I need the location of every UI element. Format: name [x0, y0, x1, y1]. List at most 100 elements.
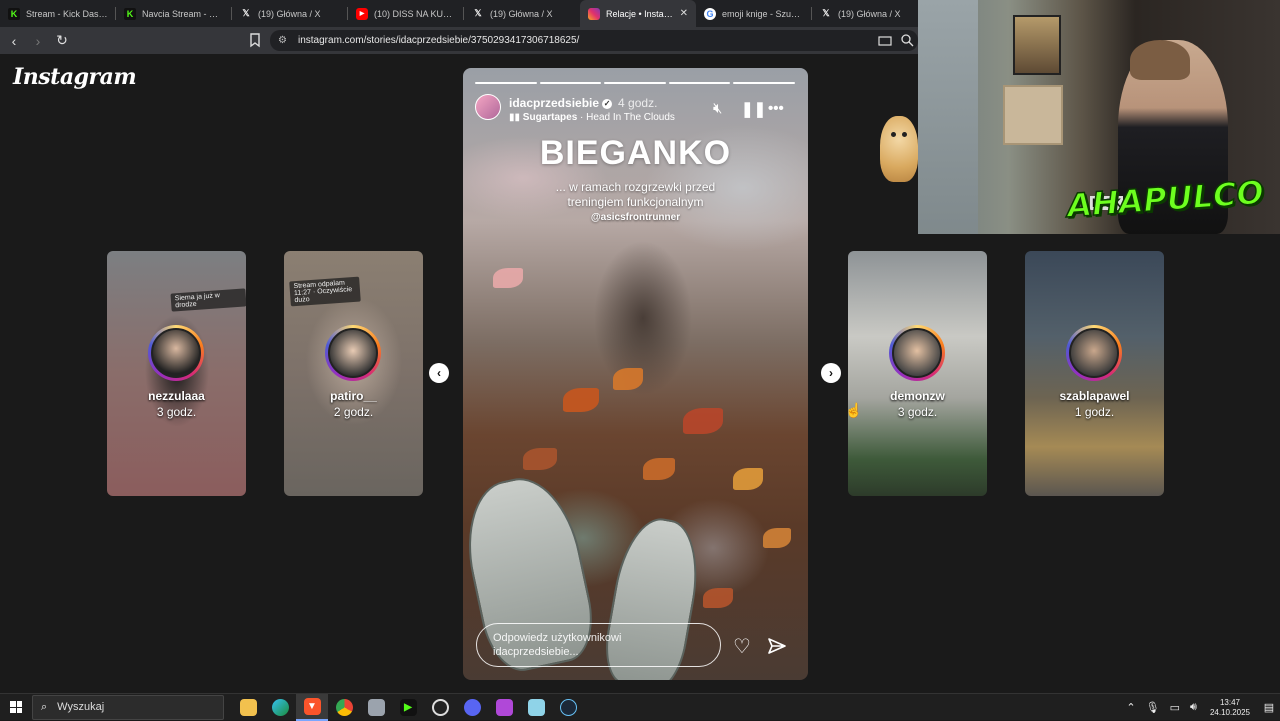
tab-title: Stream - Kick Dashboard	[26, 8, 108, 19]
volume-icon[interactable]: 🔊︎	[1190, 701, 1197, 714]
story-subtitle: ... w ramach rozgrzewki przed treningiem…	[463, 180, 808, 210]
story-username: demonzw	[890, 389, 945, 403]
tab-x-home-2[interactable]: 𝕏 (19) Główna / X	[464, 0, 580, 27]
instagram-icon	[588, 7, 600, 20]
search-placeholder: Wyszukaj	[57, 701, 105, 713]
avatar	[148, 325, 204, 381]
taskbar-search[interactable]: ⌕ Wyszukaj	[32, 694, 224, 720]
tab-title: Relacje • Instagram	[606, 8, 676, 19]
story-sticker: Siema ja już w drodze	[170, 288, 246, 312]
tab-x-home-1[interactable]: 𝕏 (19) Główna / X	[232, 0, 348, 27]
reload-icon[interactable]: ↻	[52, 31, 72, 51]
site-settings-icon[interactable]: ⚙	[278, 35, 290, 46]
tab-title: (19) Główna / X	[838, 8, 901, 19]
heart-icon[interactable]: ♡	[733, 634, 751, 659]
pause-icon[interactable]: ❚❚	[741, 100, 766, 118]
story-time: 3 godz.	[156, 405, 197, 419]
zoom-icon[interactable]	[900, 33, 914, 47]
story-mention[interactable]: @asicsfrontrunner	[463, 212, 808, 223]
tab-google-search[interactable]: Gemoji knige - Szukaj w	[696, 0, 812, 27]
tab-title: (19) Główna / X	[258, 8, 321, 19]
avatar	[325, 325, 381, 381]
kick-icon: K	[124, 7, 136, 20]
chevron-up-icon[interactable]: ⌃	[1126, 701, 1135, 714]
story-time: 3 godz.	[897, 405, 938, 419]
reply-input[interactable]: Odpowiedz użytkownikowi idacprzedsiebie.…	[476, 623, 721, 667]
edge-icon[interactable]	[264, 694, 296, 721]
story-header: idacprzedsiebie ✓ 4 godz. ▮▮ Sugartapes · …	[475, 94, 795, 128]
previous-story-button[interactable]: ‹	[429, 363, 449, 383]
webcam-background-door	[918, 0, 978, 234]
notes-icon[interactable]	[520, 694, 552, 721]
chat-app-icon[interactable]	[488, 694, 520, 721]
leaf-decoration	[523, 448, 557, 470]
mute-icon[interactable]: 🔇︎	[713, 100, 722, 117]
tab-youtube-diss[interactable]: ▶ (10) DISS NA KUBEPUL	[348, 0, 464, 27]
avatar[interactable]	[475, 94, 501, 120]
instagram-logo[interactable]: Instagram	[13, 64, 137, 90]
music-track: Head In The Clouds	[586, 112, 675, 123]
story-card-szablapawel[interactable]: szablapawel 1 godz.	[1025, 251, 1164, 496]
file-explorer-icon[interactable]	[232, 694, 264, 721]
obs-icon[interactable]	[424, 694, 456, 721]
back-icon[interactable]: ‹	[4, 31, 24, 51]
close-tab-icon[interactable]: ✕	[680, 8, 688, 19]
music-artist: Sugartapes	[522, 112, 578, 123]
story-card-patiro[interactable]: Stream odpalam 11:27 · Oczywiście dużo p…	[284, 251, 423, 496]
notifications-icon[interactable]: ▤	[1258, 701, 1280, 714]
url-field[interactable]: ⚙ instagram.com/stories/idacprzedsiebie/…	[270, 30, 918, 51]
tab-instagram-stories[interactable]: Relacje • Instagram ✕	[580, 0, 696, 27]
steam-icon[interactable]	[552, 694, 584, 721]
forward-icon[interactable]: ›	[28, 31, 48, 51]
brand-logo: AHAPULCO	[1065, 172, 1266, 225]
music-bars-icon: ▮▮	[509, 112, 521, 123]
story-username[interactable]: idacprzedsiebie	[509, 96, 599, 110]
start-button[interactable]	[0, 694, 32, 721]
tab-title: Navcia Stream - Watch	[142, 8, 224, 19]
app-icon[interactable]	[360, 694, 392, 721]
mouse-cursor: ☝	[845, 402, 863, 418]
clock-date: 24.10.2025	[1209, 707, 1250, 717]
tab-title: (19) Główna / X	[490, 8, 553, 19]
story-music[interactable]: ▮▮ Sugartapes · Head In The Clouds	[509, 112, 675, 123]
windows-taskbar: ⌕ Wyszukaj ▼ ▶ ⌃ 🎙︎ ▭ 🔊︎ 13:47 24.10.202…	[0, 693, 1280, 721]
next-story-button[interactable]: ›	[821, 363, 841, 383]
kick-app-icon[interactable]: ▶	[392, 694, 424, 721]
story-card-demonzw[interactable]: demonzw 3 godz.	[848, 251, 987, 496]
main-story[interactable]: idacprzedsiebie ✓ 4 godz. ▮▮ Sugartapes · …	[463, 68, 808, 680]
story-username: nezzulaaa	[148, 389, 205, 403]
leaf-decoration	[763, 528, 791, 548]
story-subtitle-line: ... w ramach rozgrzewki przed	[555, 180, 716, 194]
google-icon: G	[704, 7, 716, 20]
verified-icon: ✓	[602, 99, 613, 109]
send-icon[interactable]	[767, 636, 787, 656]
webcam-background-poster	[1013, 15, 1061, 75]
url-text: instagram.com/stories/idacprzedsiebie/37…	[298, 35, 580, 46]
tab-x-home-3[interactable]: 𝕏 (19) Główna / X	[812, 0, 928, 27]
webcam-overlay: KICK AHAPULCO	[918, 0, 1280, 234]
tab-navcia-stream[interactable]: K Navcia Stream - Watch	[116, 0, 232, 27]
network-icon[interactable]: ▭	[1170, 701, 1180, 714]
kick-icon: K	[8, 7, 20, 20]
leaf-decoration	[733, 468, 763, 490]
chrome-icon[interactable]	[328, 694, 360, 721]
tab-kick-dashboard[interactable]: K Stream - Kick Dashboard	[0, 0, 116, 27]
search-icon: ⌕	[41, 700, 48, 713]
cast-icon[interactable]	[878, 34, 892, 48]
windows-icon	[10, 701, 22, 713]
microphone-icon[interactable]: 🎙︎	[1146, 701, 1160, 714]
story-card-nezzulaaa[interactable]: Siema ja już w drodze nezzulaaa 3 godz.	[107, 251, 246, 496]
taskbar-clock[interactable]: 13:47 24.10.2025	[1210, 698, 1250, 718]
leaf-decoration	[703, 588, 733, 608]
youtube-icon: ▶	[356, 7, 368, 20]
bookmark-icon[interactable]	[246, 31, 264, 49]
discord-icon[interactable]	[456, 694, 488, 721]
story-progress-bar	[475, 82, 795, 84]
story-time: 4 godz.	[618, 96, 658, 110]
leaf-decoration	[683, 408, 723, 434]
avatar	[1066, 325, 1122, 381]
brave-icon[interactable]: ▼	[296, 693, 328, 721]
x-icon: 𝕏	[474, 8, 482, 18]
story-title: BIEGANKO	[539, 134, 732, 172]
more-options-icon[interactable]: •••	[768, 100, 784, 117]
